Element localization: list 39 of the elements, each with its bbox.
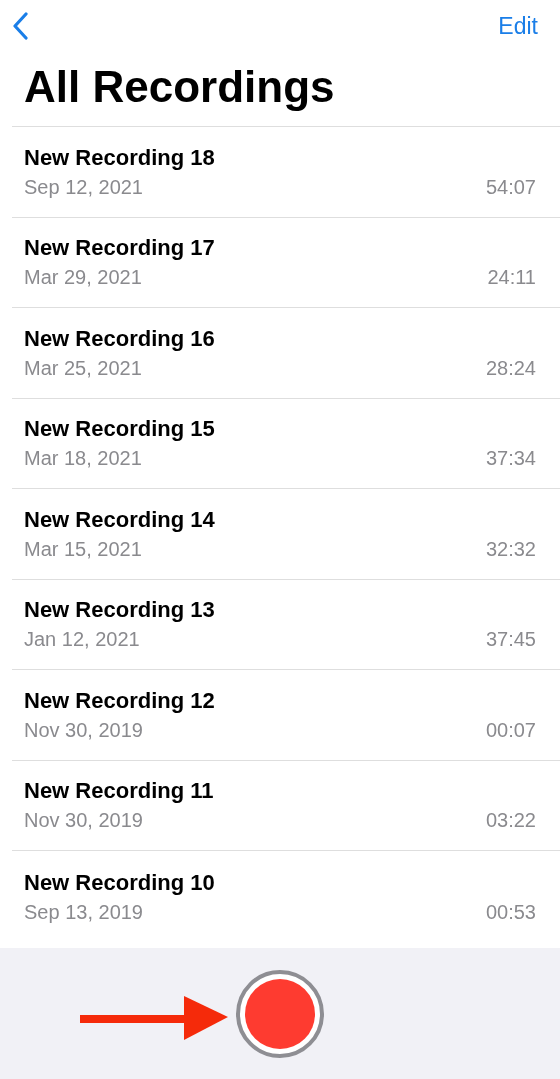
recording-name: New Recording 12	[24, 686, 215, 715]
recording-duration: 37:34	[485, 446, 536, 471]
recording-row[interactable]: New Recording 18 Sep 12, 2021 54:07	[12, 127, 560, 218]
recording-name: New Recording 13	[24, 596, 215, 624]
recording-row[interactable]: New Recording 12 Nov 30, 2019 00:07	[12, 670, 560, 761]
recording-row[interactable]: New Recording 11 Nov 30, 2019 03:22	[12, 760, 560, 851]
recording-date: Mar 15, 2021	[24, 536, 143, 562]
recording-row[interactable]: New Recording 14 Mar 15, 2021 32:32	[12, 489, 560, 580]
recording-date: Sep 13, 2019	[24, 899, 144, 925]
recording-name: New Recording 18	[24, 143, 215, 172]
recording-date: Nov 30, 2019	[24, 808, 144, 833]
recording-date: Mar 25, 2021	[24, 355, 143, 381]
recording-date: Mar 18, 2021	[24, 446, 143, 471]
recording-duration: 03:22	[485, 808, 536, 833]
recording-row[interactable]: New Recording 16 Mar 25, 2021 28:24	[12, 308, 560, 399]
recording-date: Mar 29, 2021	[24, 265, 143, 290]
recording-name: New Recording 16	[24, 324, 215, 353]
back-icon[interactable]	[12, 12, 28, 40]
recording-date: Jan 12, 2021	[24, 627, 141, 652]
recording-name: New Recording 17	[24, 234, 215, 262]
recording-duration: 32:32	[485, 536, 536, 562]
recording-duration: 54:07	[485, 174, 536, 200]
recording-row[interactable]: New Recording 15 Mar 18, 2021 37:34	[12, 398, 560, 489]
recording-duration: 00:53	[485, 899, 536, 925]
page-title: All Recordings	[24, 61, 336, 113]
recording-name: New Recording 15	[24, 415, 215, 443]
recording-date: Nov 30, 2019	[24, 717, 144, 743]
recording-duration: 24:11	[487, 265, 536, 290]
recording-date: Sep 12, 2021	[24, 174, 144, 200]
recording-row[interactable]: New Recording 17 Mar 29, 2021 24:11	[12, 217, 560, 308]
recording-row[interactable]: New Recording 10 Sep 13, 2019 00:53	[12, 851, 560, 942]
recording-duration: 37:45	[485, 627, 536, 652]
recording-name: New Recording 10	[24, 868, 215, 897]
recording-name: New Recording 11	[24, 777, 214, 805]
recording-duration: 00:07	[485, 717, 536, 743]
recording-duration: 28:24	[485, 355, 536, 381]
recording-row[interactable]: New Recording 13 Jan 12, 2021 37:45	[12, 579, 560, 670]
edit-button[interactable]: Edit	[498, 12, 538, 40]
recording-name: New Recording 14	[24, 505, 215, 534]
